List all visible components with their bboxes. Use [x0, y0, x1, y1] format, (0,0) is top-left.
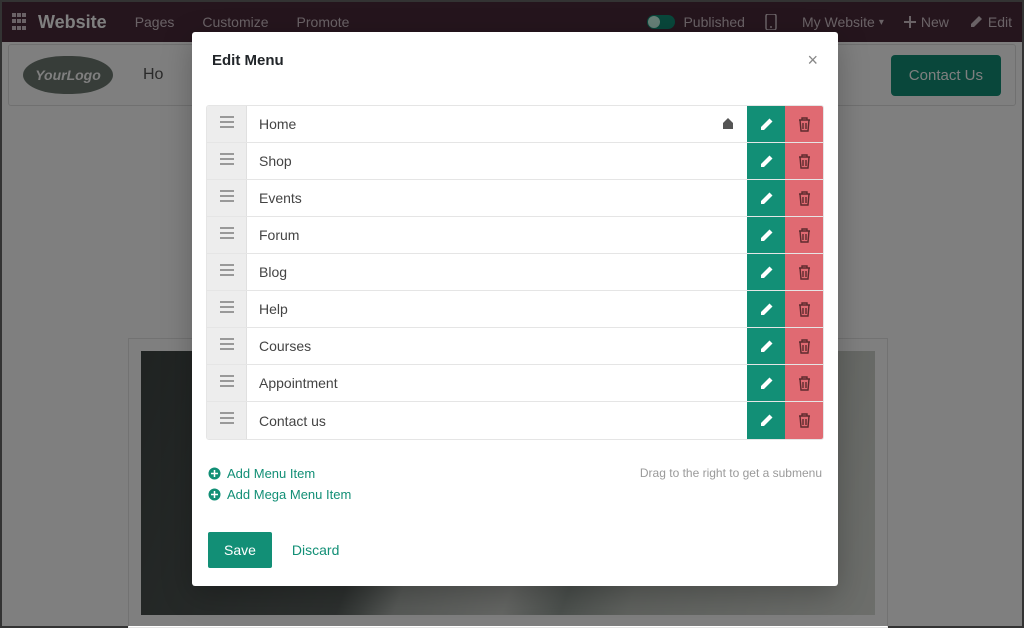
trash-icon: [798, 376, 811, 391]
delete-item-button[interactable]: [785, 291, 823, 327]
trash-icon: [798, 154, 811, 169]
trash-icon: [798, 191, 811, 206]
below-list: Add Menu Item Add Mega Menu Item Drag to…: [192, 440, 838, 508]
delete-item-button[interactable]: [785, 180, 823, 216]
menu-item-label[interactable]: Appointment: [247, 365, 747, 401]
edit-item-button[interactable]: [747, 254, 785, 290]
menu-row: Home: [207, 106, 823, 143]
menu-row: Shop: [207, 143, 823, 180]
drag-handle[interactable]: [207, 291, 247, 327]
menu-row: Blog: [207, 254, 823, 291]
edit-item-button[interactable]: [747, 217, 785, 253]
add-mega-menu-item-link[interactable]: Add Mega Menu Item: [208, 487, 351, 502]
modal-title: Edit Menu: [212, 52, 284, 69]
trash-icon: [798, 302, 811, 317]
home-icon: [721, 116, 735, 133]
trash-icon: [798, 265, 811, 280]
plus-circle-icon: [208, 488, 221, 501]
drag-handle[interactable]: [207, 180, 247, 216]
drag-handle[interactable]: [207, 402, 247, 439]
plus-circle-icon: [208, 467, 221, 480]
close-button[interactable]: ×: [807, 50, 818, 71]
close-icon: ×: [807, 50, 818, 70]
drag-handle[interactable]: [207, 143, 247, 179]
menu-row: Forum: [207, 217, 823, 254]
drag-handle[interactable]: [207, 254, 247, 290]
menu-item-label[interactable]: Home: [247, 106, 747, 142]
pencil-icon: [759, 376, 774, 391]
pencil-icon: [759, 228, 774, 243]
pencil-icon: [759, 117, 774, 132]
delete-item-button[interactable]: [785, 254, 823, 290]
trash-icon: [798, 117, 811, 132]
bars-icon: [219, 263, 235, 282]
bars-icon: [219, 189, 235, 208]
edit-item-button[interactable]: [747, 180, 785, 216]
menu-list: HomeShopEventsForumBlogHelpCoursesAppoin…: [206, 105, 824, 440]
menu-item-label[interactable]: Contact us: [247, 402, 747, 439]
trash-icon: [798, 228, 811, 243]
bars-icon: [219, 374, 235, 393]
modal-header: Edit Menu ×: [192, 32, 838, 105]
save-button[interactable]: Save: [208, 532, 272, 568]
menu-item-label[interactable]: Events: [247, 180, 747, 216]
edit-item-button[interactable]: [747, 365, 785, 401]
pencil-icon: [759, 339, 774, 354]
drag-handle[interactable]: [207, 328, 247, 364]
bars-icon: [219, 226, 235, 245]
trash-icon: [798, 413, 811, 428]
edit-item-button[interactable]: [747, 402, 785, 439]
delete-item-button[interactable]: [785, 143, 823, 179]
edit-item-button[interactable]: [747, 143, 785, 179]
pencil-icon: [759, 265, 774, 280]
menu-row: Courses: [207, 328, 823, 365]
pencil-icon: [759, 191, 774, 206]
menu-row: Appointment: [207, 365, 823, 402]
edit-menu-modal: Edit Menu × HomeShopEventsForumBlogHelpC…: [192, 32, 838, 586]
drag-handle[interactable]: [207, 365, 247, 401]
menu-item-label[interactable]: Forum: [247, 217, 747, 253]
bars-icon: [219, 411, 235, 430]
bars-icon: [219, 300, 235, 319]
bars-icon: [219, 115, 235, 134]
drag-hint: Drag to the right to get a submenu: [640, 466, 822, 508]
delete-item-button[interactable]: [785, 402, 823, 439]
bars-icon: [219, 152, 235, 171]
drag-handle[interactable]: [207, 217, 247, 253]
menu-row: Events: [207, 180, 823, 217]
menu-item-label[interactable]: Blog: [247, 254, 747, 290]
drag-handle[interactable]: [207, 106, 247, 142]
edit-item-button[interactable]: [747, 106, 785, 142]
discard-button[interactable]: Discard: [292, 542, 339, 558]
menu-row: Contact us: [207, 402, 823, 439]
delete-item-button[interactable]: [785, 217, 823, 253]
delete-item-button[interactable]: [785, 365, 823, 401]
pencil-icon: [759, 154, 774, 169]
add-menu-item-link[interactable]: Add Menu Item: [208, 466, 351, 481]
edit-item-button[interactable]: [747, 328, 785, 364]
modal-footer: Save Discard: [192, 508, 838, 568]
pencil-icon: [759, 302, 774, 317]
menu-item-label[interactable]: Help: [247, 291, 747, 327]
pencil-icon: [759, 413, 774, 428]
delete-item-button[interactable]: [785, 328, 823, 364]
delete-item-button[interactable]: [785, 106, 823, 142]
menu-item-label[interactable]: Courses: [247, 328, 747, 364]
menu-item-label[interactable]: Shop: [247, 143, 747, 179]
trash-icon: [798, 339, 811, 354]
menu-row: Help: [207, 291, 823, 328]
bars-icon: [219, 337, 235, 356]
edit-item-button[interactable]: [747, 291, 785, 327]
